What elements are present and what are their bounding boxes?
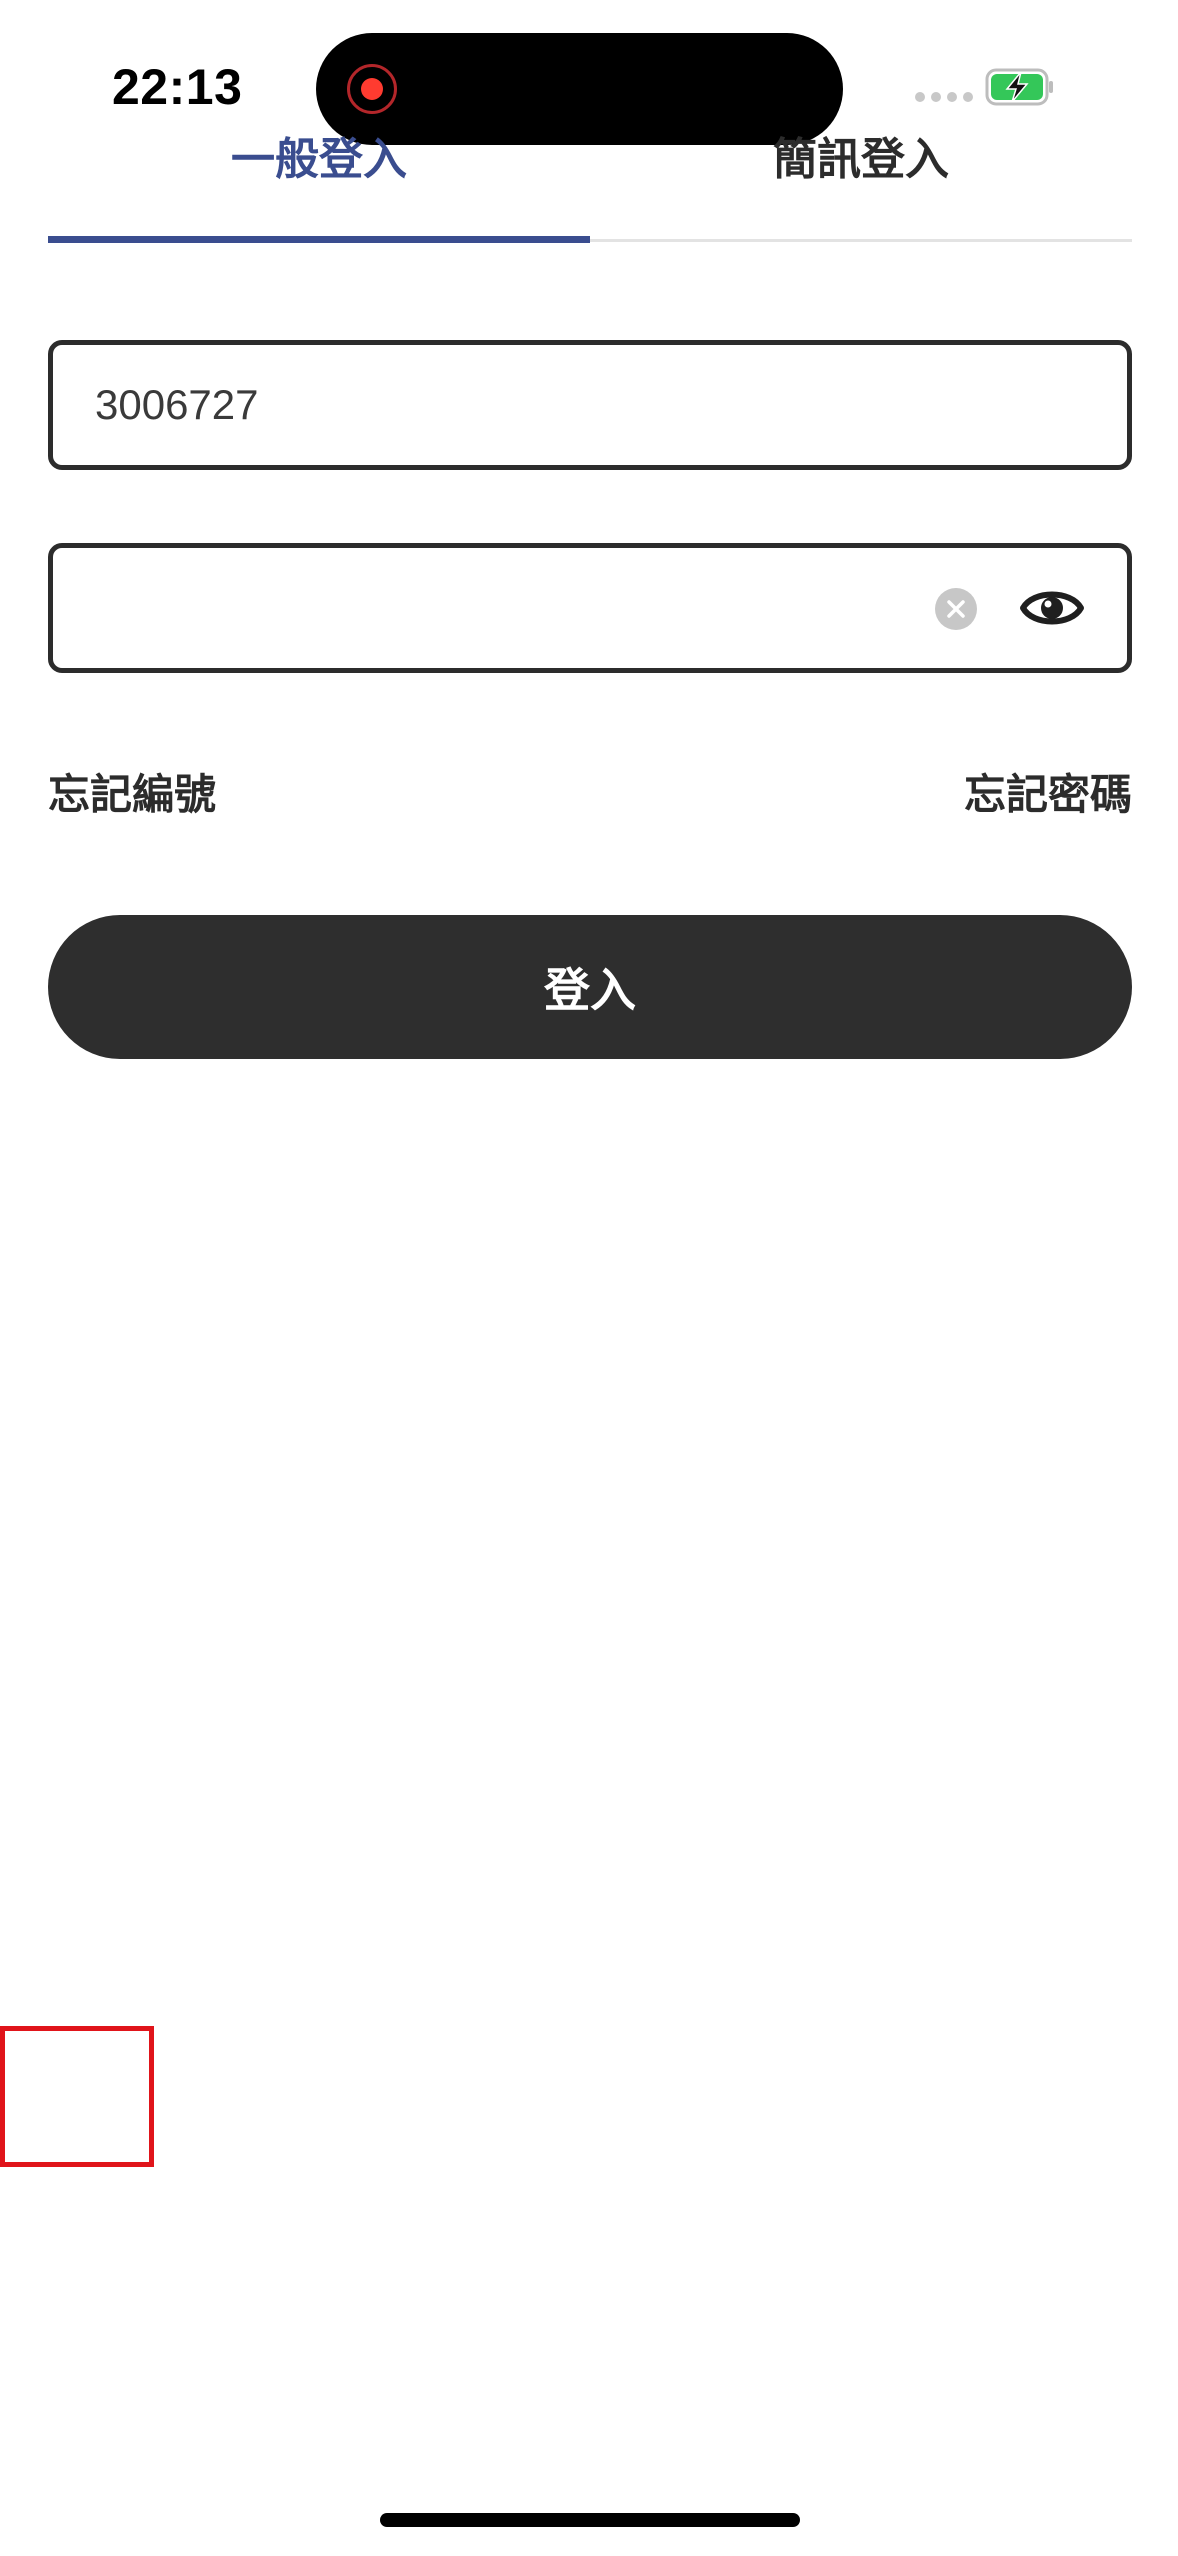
login-button[interactable]: 登入 <box>48 915 1132 1059</box>
screen-recording-icon <box>347 64 397 114</box>
tab-general-login[interactable]: 一般登入 <box>48 120 590 200</box>
home-indicator[interactable] <box>380 2513 800 2527</box>
account-input[interactable] <box>95 345 915 465</box>
tab-sms-login[interactable]: 簡訊登入 <box>590 120 1132 200</box>
highlight-box <box>0 2026 154 2167</box>
password-field[interactable] <box>48 543 1132 673</box>
active-tab-indicator <box>48 236 590 243</box>
status-time: 22:13 <box>112 59 243 115</box>
show-password-eye-icon[interactable] <box>1019 578 1085 638</box>
battery-charging-icon <box>985 68 1055 106</box>
password-input[interactable] <box>95 548 915 668</box>
cellular-signal-icon <box>915 92 973 102</box>
forgot-id-link[interactable]: 忘記編號 <box>48 765 216 825</box>
account-field[interactable] <box>48 340 1132 470</box>
forgot-password-link[interactable]: 忘記密碼 <box>964 765 1132 825</box>
clear-icon[interactable] <box>935 588 977 630</box>
